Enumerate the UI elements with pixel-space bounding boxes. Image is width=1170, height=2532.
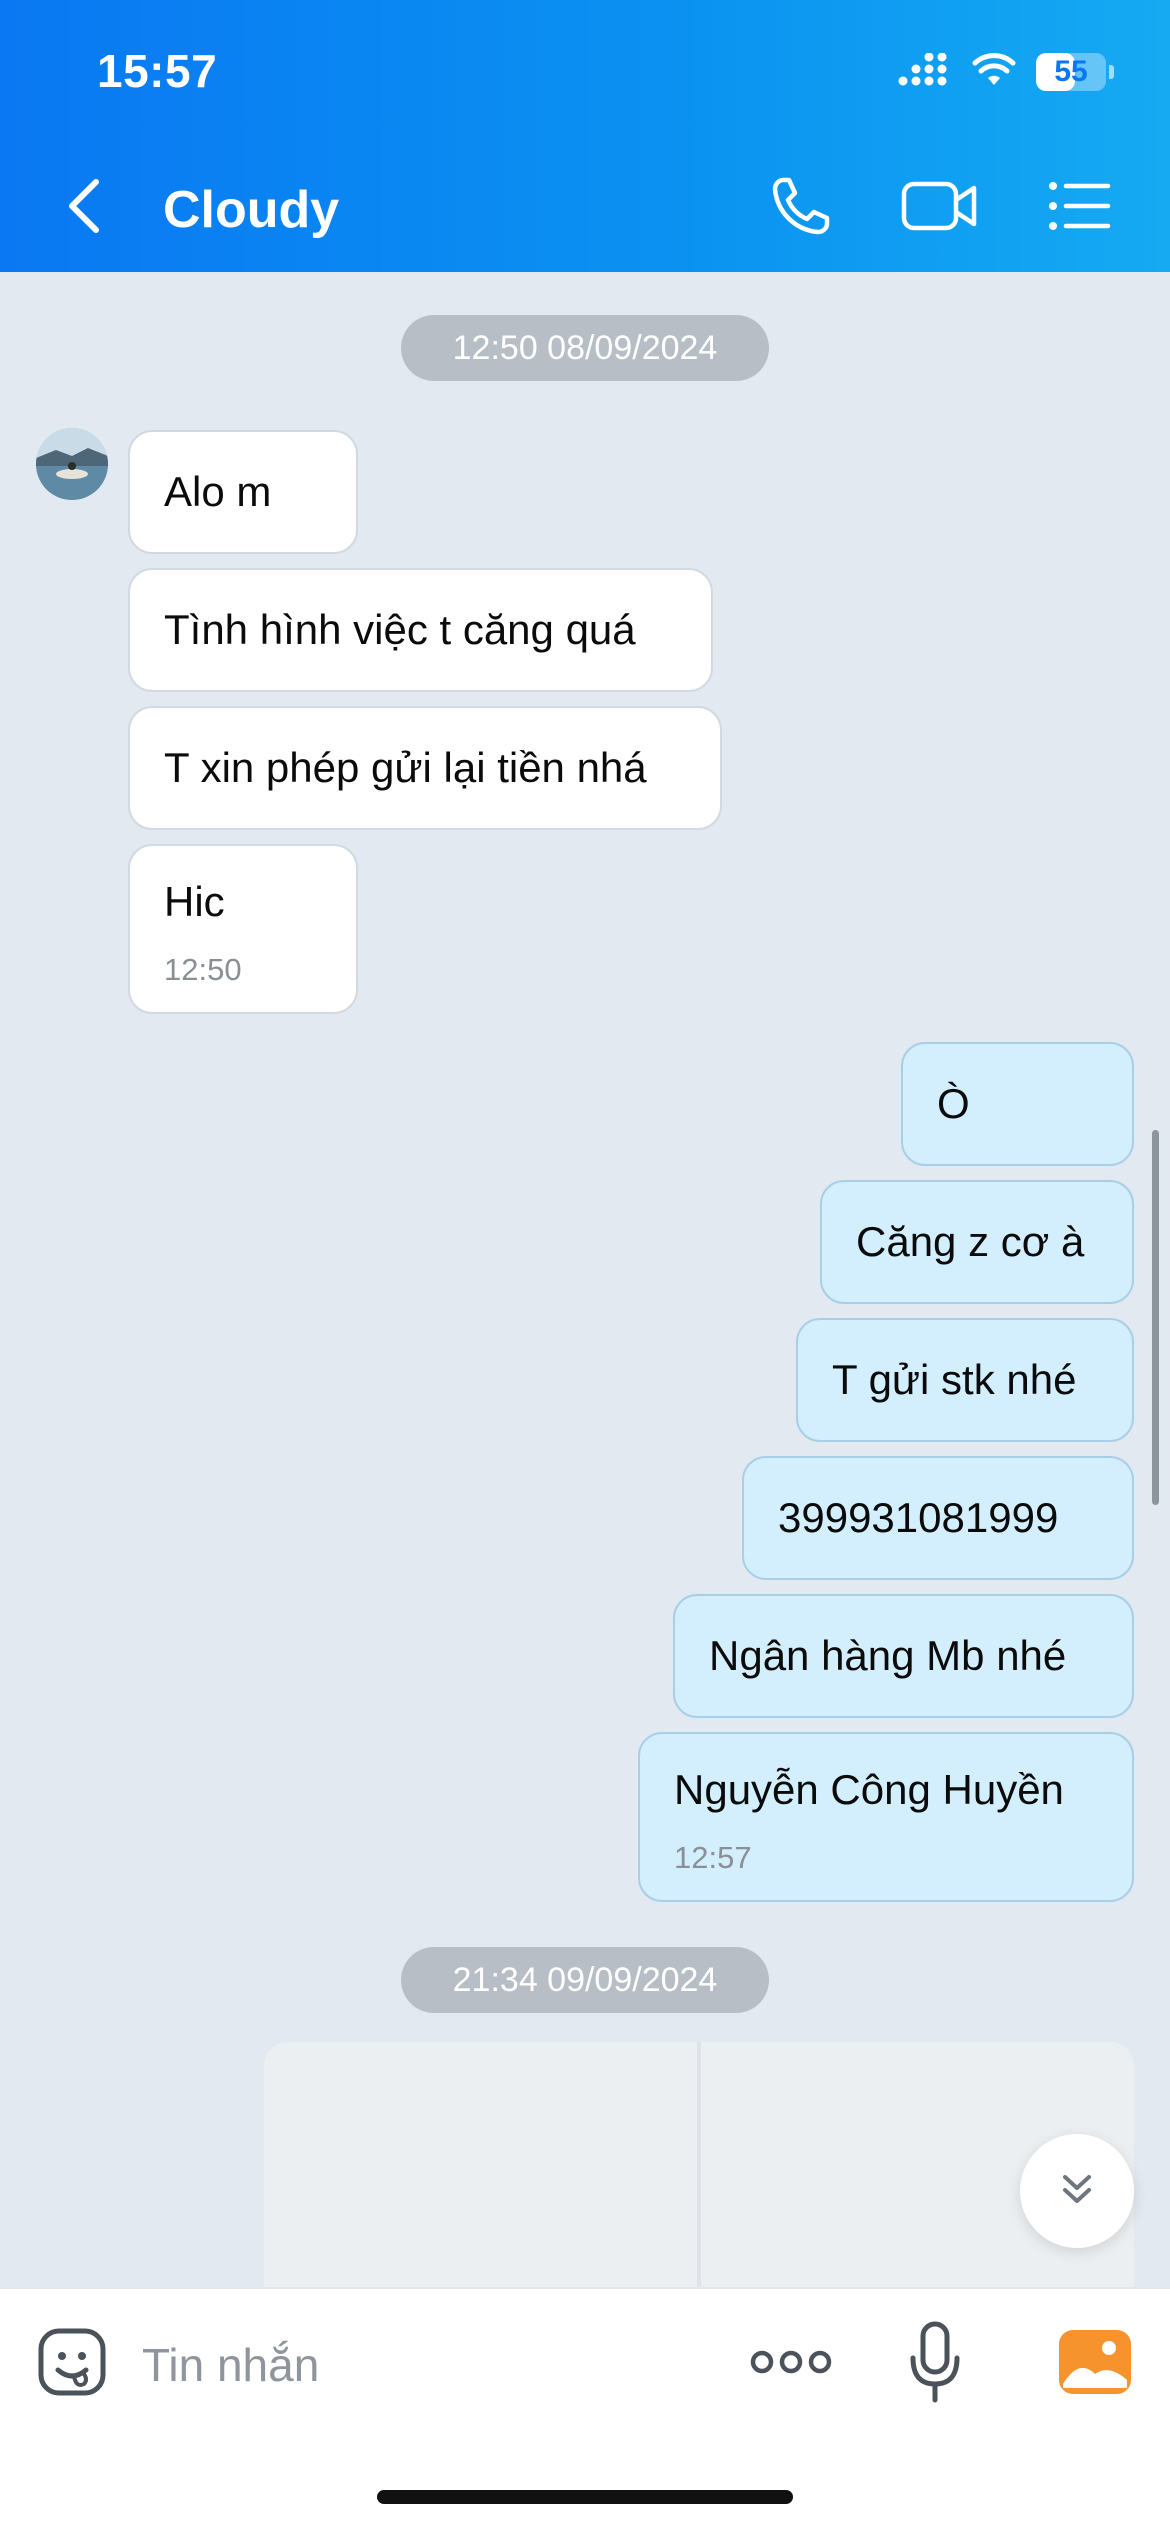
message-text: Hic (164, 878, 225, 925)
message-text: Ngân hàng Mb nhé (709, 1631, 1067, 1679)
outgoing-message[interactable]: Ò (901, 1042, 1134, 1166)
outgoing-message[interactable]: Căng z cơ à (820, 1180, 1134, 1304)
incoming-message[interactable]: Alo m (128, 430, 358, 554)
chat-title[interactable]: Cloudy (163, 180, 339, 240)
media-thumbnail[interactable] (264, 2042, 697, 2292)
video-call-button[interactable] (900, 168, 980, 248)
home-indicator (377, 2490, 793, 2504)
message-text: Căng z cơ à (856, 1217, 1085, 1265)
wifi-icon (972, 52, 1016, 92)
battery-level: 55 (1054, 55, 1088, 88)
message-text: 399931081999 (778, 1493, 1059, 1541)
date-separator: 21:34 09/09/2024 (401, 1947, 769, 2013)
phone-icon (769, 174, 833, 243)
sticker-button[interactable] (27, 2319, 117, 2409)
voice-call-button[interactable] (761, 168, 841, 248)
more-options-button[interactable] (746, 2319, 836, 2409)
battery-icon: 55 (1036, 53, 1106, 91)
message-text: Tình hình việc t căng quá (164, 605, 636, 653)
outgoing-message[interactable]: Nguyễn Công Huyền 12:57 (638, 1732, 1134, 1902)
scroll-to-bottom-button[interactable] (1020, 2134, 1134, 2248)
microphone-icon (907, 2320, 963, 2409)
contact-avatar[interactable] (36, 428, 108, 500)
incoming-message[interactable]: Tình hình việc t căng quá (128, 568, 713, 692)
more-icon (749, 2347, 833, 2382)
back-chevron-icon (64, 176, 104, 241)
outgoing-message[interactable]: T gửi stk nhé (796, 1318, 1134, 1442)
message-text: Alo m (164, 467, 272, 515)
chat-options-button[interactable] (1040, 168, 1120, 248)
video-camera-icon (900, 178, 980, 239)
status-icons: 55 (898, 50, 1114, 94)
message-text: Ò (937, 1079, 970, 1127)
cellular-signal-icon (898, 52, 952, 92)
send-image-button[interactable] (1050, 2319, 1140, 2409)
message-text: T xin phép gửi lại tiền nhá (164, 743, 647, 791)
media-message[interactable] (264, 2042, 1134, 2292)
outgoing-message[interactable]: Ngân hàng Mb nhé (673, 1594, 1134, 1718)
message-timestamp: 12:57 (674, 1839, 752, 1875)
chat-header: 15:57 55 Cloudy (0, 0, 1170, 272)
voice-record-button[interactable] (890, 2319, 980, 2409)
outgoing-message[interactable]: 399931081999 (742, 1456, 1134, 1580)
scrollbar[interactable] (1152, 1130, 1159, 1505)
sticker-icon (36, 2326, 108, 2403)
message-input[interactable] (142, 2327, 702, 2403)
message-text: T gửi stk nhé (832, 1355, 1077, 1403)
status-time: 15:57 (97, 45, 218, 97)
message-timestamp: 12:50 (164, 951, 242, 987)
date-separator: 12:50 08/09/2024 (401, 315, 769, 381)
message-text: Nguyễn Công Huyền (674, 1766, 1064, 1813)
double-chevron-down-icon (1057, 2169, 1097, 2214)
incoming-message[interactable]: Hic 12:50 (128, 844, 358, 1014)
battery-cap (1109, 65, 1114, 79)
menu-list-icon (1048, 180, 1112, 237)
incoming-message[interactable]: T xin phép gửi lại tiền nhá (128, 706, 722, 830)
image-gallery-icon (1057, 2328, 1133, 2401)
back-button[interactable] (54, 168, 114, 248)
